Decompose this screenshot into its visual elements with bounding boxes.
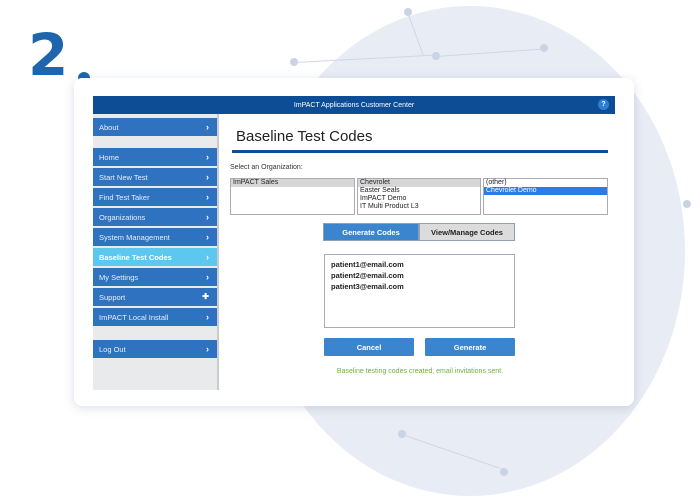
tab-generate-codes[interactable]: Generate Codes bbox=[323, 223, 419, 241]
success-message: Baseline testing codes created, email in… bbox=[336, 368, 504, 375]
sidebar-item-my-settings[interactable]: My Settings › bbox=[93, 268, 217, 286]
list-option[interactable]: IT Multi Product L3 bbox=[358, 203, 480, 211]
generate-button[interactable]: Generate bbox=[425, 338, 515, 356]
organization-list-2[interactable]: Chevrolet Easter Seals ImPACT Demo IT Mu… bbox=[357, 178, 481, 215]
email-entry: patient3@email.com bbox=[331, 282, 404, 291]
app-window: ImPACT Applications Customer Center ? Ab… bbox=[74, 78, 634, 406]
sidebar-item-label: Home bbox=[99, 152, 120, 162]
list-option[interactable]: Easter Seals bbox=[358, 187, 480, 195]
tab-view-manage-codes[interactable]: View/Manage Codes bbox=[419, 223, 515, 241]
email-list-textarea[interactable]: patient1@email.com patient2@email.com pa… bbox=[324, 254, 515, 328]
chevron-right-icon: › bbox=[206, 232, 209, 242]
chevron-right-icon: › bbox=[206, 172, 209, 182]
sidebar-item-label: System Management bbox=[99, 232, 170, 242]
organization-list-1[interactable]: ImPACT Sales bbox=[230, 178, 355, 215]
plus-icon: ✚ bbox=[202, 292, 209, 301]
sidebar-item-start-new-test[interactable]: Start New Test › bbox=[93, 168, 217, 186]
header-bar: ImPACT Applications Customer Center ? bbox=[93, 96, 615, 114]
network-dot bbox=[683, 200, 691, 208]
cancel-button[interactable]: Cancel bbox=[324, 338, 414, 356]
main-content: Baseline Test Codes Select an Organizati… bbox=[224, 114, 616, 390]
list-option[interactable]: (other) bbox=[484, 179, 607, 187]
app-title: ImPACT Applications Customer Center bbox=[293, 101, 415, 109]
network-dot bbox=[500, 468, 508, 476]
step-number: 2 bbox=[28, 21, 68, 89]
sidebar-item-label: Organizations bbox=[99, 212, 146, 222]
chevron-right-icon: › bbox=[206, 122, 209, 132]
list-option[interactable]: ImPACT Sales bbox=[231, 179, 354, 187]
sidebar-item-home[interactable]: Home › bbox=[93, 148, 217, 166]
chevron-right-icon: › bbox=[206, 152, 209, 162]
email-entry: patient1@email.com bbox=[331, 260, 404, 269]
sidebar-item-label: My Settings bbox=[99, 272, 139, 282]
sidebar-item-organizations[interactable]: Organizations › bbox=[93, 208, 217, 226]
list-option[interactable]: Chevrolet bbox=[358, 179, 480, 187]
list-option[interactable]: Chevrolet Demo bbox=[484, 187, 607, 195]
sidebar-item-support[interactable]: Support ✚ bbox=[93, 288, 217, 306]
sidebar-item-find-test-taker[interactable]: Find Test Taker › bbox=[93, 188, 217, 206]
sidebar-item-log-out[interactable]: Log Out › bbox=[93, 340, 217, 358]
sidebar-item-label: Baseline Test Codes bbox=[99, 252, 172, 262]
list-option[interactable]: ImPACT Demo bbox=[358, 195, 480, 203]
sidebar-item-label: Start New Test bbox=[99, 172, 148, 182]
chevron-right-icon: › bbox=[206, 192, 209, 202]
sidebar-item-label: About bbox=[99, 122, 119, 132]
sidebar-item-about[interactable]: About › bbox=[93, 118, 217, 136]
sidebar-item-baseline-test-codes[interactable]: Baseline Test Codes › bbox=[93, 248, 217, 266]
sidebar: About › Home › Start New Test › Find Tes… bbox=[93, 114, 219, 390]
chevron-right-icon: › bbox=[206, 312, 209, 322]
organization-label: Select an Organization: bbox=[230, 164, 303, 171]
title-divider bbox=[232, 150, 608, 153]
page: 2 ImPACT Applications Customer Center ? … bbox=[0, 0, 700, 500]
sidebar-item-system-management[interactable]: System Management › bbox=[93, 228, 217, 246]
sidebar-item-label: ImPACT Local Install bbox=[99, 312, 169, 322]
email-entry: patient2@email.com bbox=[331, 271, 404, 280]
chevron-right-icon: › bbox=[206, 212, 209, 222]
organization-list-3[interactable]: (other) Chevrolet Demo bbox=[483, 178, 608, 215]
sidebar-item-label: Log Out bbox=[99, 344, 126, 354]
sidebar-item-label: Support bbox=[99, 292, 126, 302]
chevron-right-icon: › bbox=[206, 252, 209, 262]
page-title: Baseline Test Codes bbox=[236, 128, 373, 145]
sidebar-item-impact-local-install[interactable]: ImPACT Local Install › bbox=[93, 308, 217, 326]
sidebar-item-label: Find Test Taker bbox=[99, 192, 150, 202]
question-icon[interactable]: ? bbox=[598, 99, 609, 110]
chevron-right-icon: › bbox=[206, 272, 209, 282]
chevron-right-icon: › bbox=[206, 344, 209, 354]
